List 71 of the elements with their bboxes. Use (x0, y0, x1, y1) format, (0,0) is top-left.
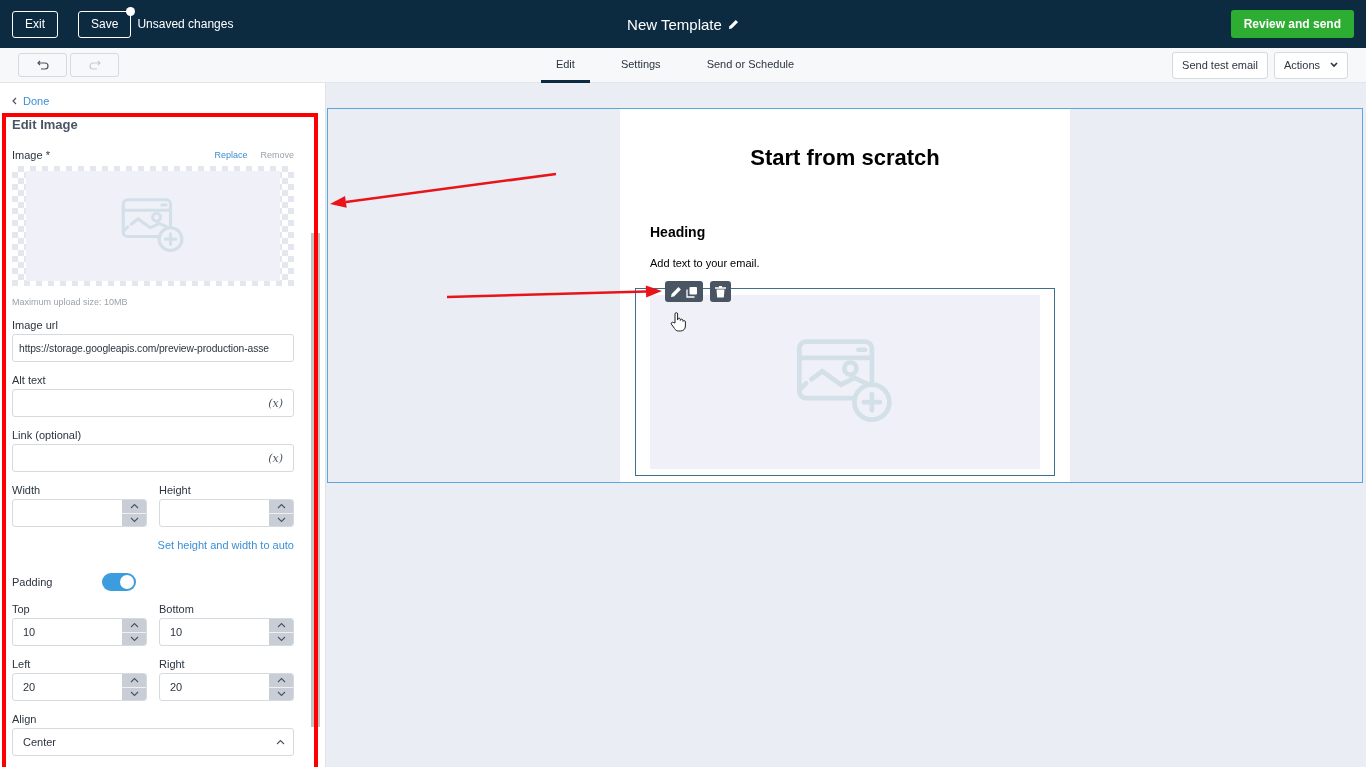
chevron-down-icon (129, 635, 139, 642)
field-label: Right (159, 658, 186, 670)
number-field[interactable]: 10 (12, 618, 147, 646)
duplicate-icon[interactable] (686, 285, 698, 298)
field-label: Image * (12, 149, 50, 161)
text-field[interactable]: (x) (12, 444, 294, 472)
save-button[interactable]: Save (78, 10, 132, 38)
auto-size-link[interactable]: Set height and width to auto (157, 539, 294, 551)
field-value: 20 (23, 681, 36, 693)
field-label: Width (12, 484, 42, 496)
done-link[interactable]: Done (23, 95, 50, 107)
field-label: Image url (12, 319, 59, 331)
chevron-left-icon (12, 97, 17, 105)
replace-link[interactable]: Replace (214, 150, 248, 160)
image-url-field[interactable]: https://storage.googleapis.com/preview-production-asse (12, 334, 294, 362)
email-heading: Heading (650, 224, 707, 240)
tab[interactable]: Send or Schedule (691, 48, 810, 83)
field-value: 10 (170, 626, 183, 638)
number-field[interactable]: 10 (159, 618, 294, 646)
field-label: Alt text (12, 374, 47, 386)
hand-cursor-icon (670, 312, 686, 332)
image-add-icon (121, 198, 185, 254)
tab[interactable]: Settings (605, 48, 676, 83)
number-field[interactable] (159, 499, 294, 527)
chevron-down-icon (276, 635, 286, 642)
chevron-up-icon (276, 677, 286, 684)
field-value: 20 (170, 681, 183, 693)
undo-button[interactable] (18, 53, 67, 77)
chevron-up-icon (276, 503, 286, 510)
chevron-up-icon (276, 622, 286, 629)
chevron-down-icon (129, 690, 139, 697)
chevron-down-icon (276, 690, 286, 697)
save-status: Unsaved changes (137, 17, 234, 31)
template-title: New Template (627, 15, 722, 33)
field-label: Top (12, 603, 31, 615)
chevron-up-icon (129, 503, 139, 510)
field-label: Link (optional) (12, 429, 83, 441)
trash-icon (715, 285, 726, 298)
number-field[interactable]: 20 (159, 673, 294, 701)
panel-title: Edit Image (12, 117, 79, 132)
chevron-up-icon (129, 677, 139, 684)
chevron-down-icon (276, 516, 286, 523)
field-label: Align (12, 713, 38, 725)
image-block[interactable] (635, 288, 1055, 476)
number-field[interactable]: 20 (12, 673, 147, 701)
email-text: Add text to your email. (650, 257, 761, 269)
field-label: Height (159, 484, 192, 496)
field-label: Bottom (159, 603, 195, 615)
insert-variable-button[interactable]: (x) (268, 396, 283, 410)
insert-variable-button[interactable]: (x) (268, 451, 283, 465)
pencil-icon[interactable] (727, 18, 739, 30)
chevron-up-icon (129, 622, 139, 629)
delete-button[interactable] (710, 281, 731, 302)
number-field[interactable] (12, 499, 147, 527)
toggle-switch[interactable] (102, 573, 137, 591)
email-title: Start from scratch (749, 145, 941, 171)
upload-hint: Maximum upload size: 10MB (12, 297, 129, 307)
chevron-up-icon (276, 739, 285, 745)
scrollbar[interactable] (311, 233, 320, 727)
align-dropdown[interactable]: Center (12, 728, 294, 756)
image-add-icon (796, 339, 894, 425)
field-label: Padding (12, 576, 53, 588)
field-label: Left (12, 658, 32, 670)
field-value: 10 (23, 626, 36, 638)
actions-button[interactable]: Actions (1273, 51, 1348, 79)
send-test-email-button[interactable]: Send test email (1172, 51, 1268, 79)
chevron-down-icon (1330, 62, 1338, 68)
exit-button[interactable]: Exit (12, 10, 58, 38)
chevron-down-icon (129, 516, 139, 523)
pencil-icon[interactable] (670, 285, 682, 298)
text-field[interactable]: (x) (12, 389, 294, 417)
